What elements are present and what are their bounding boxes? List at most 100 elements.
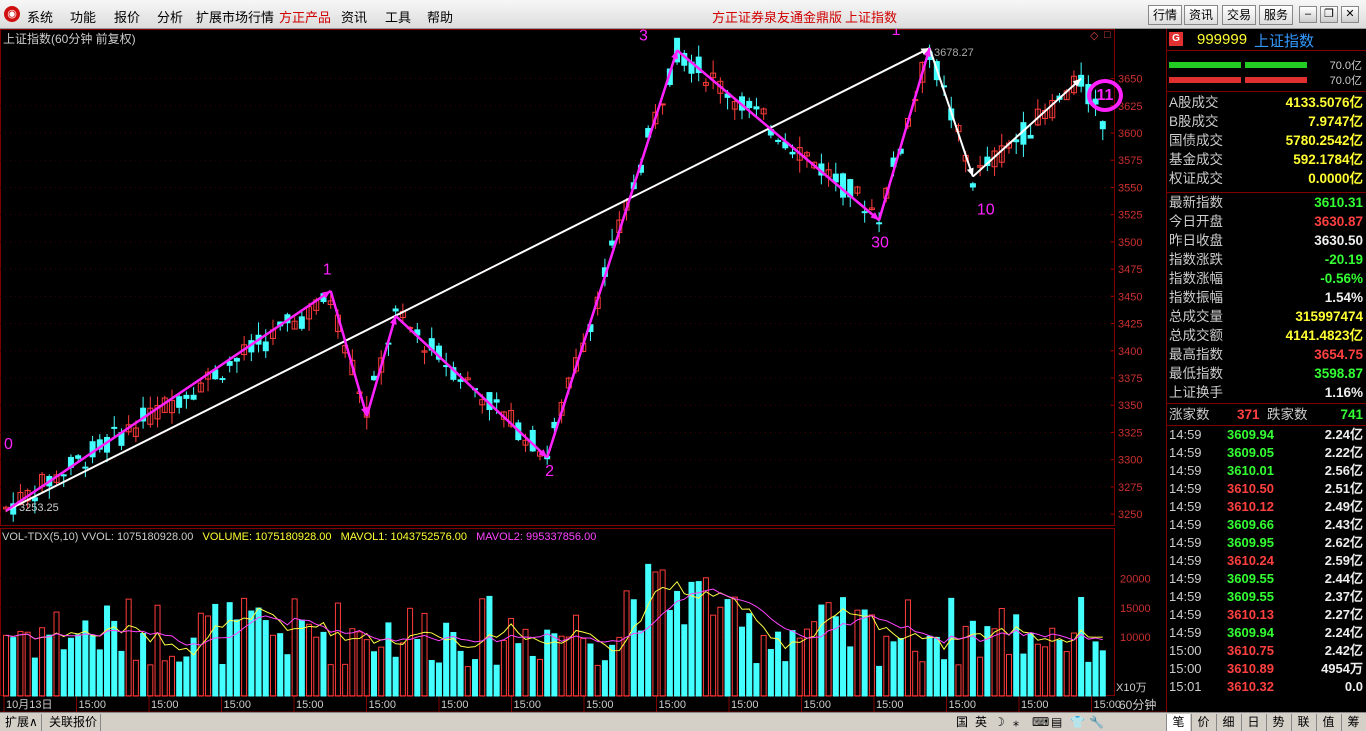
time-axis-label: 15:00 — [876, 699, 904, 711]
menu-function[interactable]: 功能 — [70, 7, 96, 26]
nav-trade-button[interactable]: 交易 — [1222, 5, 1257, 25]
volume-tick-label: 15000 — [1120, 603, 1151, 615]
volume-bar — [1034, 643, 1041, 697]
restore-icon[interactable]: ❐ — [1320, 6, 1338, 23]
tick-price: 3609.94 — [1227, 427, 1274, 442]
volume-bar — [594, 664, 601, 697]
turnover-row: 权证成交 0.0000亿 — [1167, 169, 1366, 188]
menu-analysis[interactable]: 分析 — [157, 7, 183, 26]
time-axis-label: 15:00 — [731, 699, 759, 711]
ime-button-icon[interactable]: ⁎ — [1011, 714, 1021, 731]
candle-body — [840, 173, 847, 198]
time-axis-label: 15:00 — [659, 699, 687, 711]
bottom-status-bar: 扩展∧ 关联报价 国英 ☽ ⁎ ⌨ ▤ 👕 🔧 笔价细日势联值筹 — [0, 712, 1366, 731]
price-tick-label: 3525 — [1118, 210, 1142, 222]
trend-arrow-magenta — [676, 49, 880, 222]
price-tick-label: 3250 — [1118, 509, 1142, 521]
menu-fangzheng-products[interactable]: 方正产品 — [279, 7, 331, 26]
candle-body — [876, 222, 883, 225]
volume-bar — [1042, 646, 1049, 697]
ime-button-icon[interactable]: 🔧 — [1087, 714, 1106, 731]
tick-price: 3610.75 — [1227, 643, 1274, 658]
period-label[interactable]: 60分钟 — [1119, 696, 1156, 713]
tick-volume: 2.49亿 — [1324, 499, 1363, 514]
volume-bar — [991, 628, 998, 697]
wave-label: 0 — [4, 436, 13, 453]
related-quote-tab[interactable]: 关联报价 — [46, 714, 102, 731]
volume-bar — [118, 650, 125, 697]
app-logo-icon[interactable]: ◉ — [4, 6, 20, 22]
stock-code: 999999 — [1197, 31, 1248, 48]
kline-chart-svg[interactable]: 3650 3625 3600 3575 3550 3525 3500 3475 3450 3425… — [0, 22, 1166, 713]
volume-bar — [306, 623, 313, 697]
tick-price: 3609.66 — [1227, 517, 1274, 532]
trend-arrow-magenta — [5, 289, 332, 512]
tick-time: 14:59 — [1169, 535, 1202, 550]
volume-bar — [457, 650, 464, 697]
tick-price: 3610.13 — [1227, 607, 1274, 622]
side-tab[interactable]: 筹 — [1341, 714, 1365, 731]
stat-value: -0.56% — [1320, 271, 1363, 286]
volume-bar — [883, 635, 890, 697]
volume-bar — [168, 655, 175, 697]
volume-bar — [435, 662, 442, 697]
nav-news-button[interactable]: 资讯 — [1184, 5, 1219, 25]
stat-value: 315997474 — [1295, 309, 1363, 324]
minimize-icon[interactable]: – — [1299, 6, 1317, 23]
expand-tab[interactable]: 扩展∧ — [2, 714, 42, 731]
menu-system[interactable]: 系统 — [27, 7, 53, 26]
turnover-value: 0.0000亿 — [1308, 171, 1363, 186]
stat-row: 今日开盘 3630.87 — [1167, 212, 1366, 231]
ime-button-icon[interactable]: ▤ — [1049, 714, 1064, 731]
vol-mavol2: MAVOL2: 995337856.00 — [476, 531, 597, 543]
tick-time: 14:59 — [1169, 481, 1202, 496]
side-tab[interactable]: 日 — [1241, 714, 1265, 731]
chart-close-icon[interactable]: □ — [1104, 29, 1111, 41]
wave-label: 2 — [545, 463, 554, 480]
tick-time: 14:59 — [1169, 427, 1202, 442]
volume-bar — [1020, 653, 1027, 697]
tick-time: 14:59 — [1169, 445, 1202, 460]
menu-tools[interactable]: 工具 — [385, 7, 411, 26]
volume-tick-label: 20000 — [1120, 573, 1151, 585]
kline-chart-area[interactable]: 3650 3625 3600 3575 3550 3525 3500 3475 3450 3425… — [0, 22, 1166, 713]
volume-bar — [515, 643, 522, 697]
volume-bar — [688, 581, 695, 697]
price-tick-label: 3300 — [1118, 455, 1142, 467]
tick-row: 14:59 3610.24 2.59亿 — [1167, 552, 1366, 570]
stat-row: 总成交额 4141.4823亿 — [1167, 326, 1366, 345]
menu-news[interactable]: 资讯 — [341, 7, 367, 26]
wave-label: 30 — [871, 234, 889, 251]
ime-button-icon[interactable]: ☽ — [992, 714, 1007, 731]
side-tab[interactable]: 笔 — [1166, 714, 1190, 731]
close-icon[interactable]: ✕ — [1341, 6, 1359, 23]
tick-volume: 2.43亿 — [1324, 517, 1363, 532]
ime-button-icon[interactable]: 国 — [954, 714, 970, 731]
side-tab[interactable]: 值 — [1316, 714, 1340, 731]
volume-bar — [695, 581, 702, 697]
tick-row: 14:59 3609.05 2.22亿 — [1167, 444, 1366, 462]
menu-extended-market[interactable]: 扩展市场行情 — [196, 7, 274, 26]
side-tab[interactable]: 联 — [1291, 714, 1315, 731]
side-tab[interactable]: 细 — [1216, 714, 1240, 731]
ime-button-icon[interactable]: 英 — [973, 714, 989, 731]
stat-label: 上证换手 — [1169, 385, 1223, 400]
side-tab[interactable]: 势 — [1266, 714, 1290, 731]
stat-value: -20.19 — [1324, 252, 1363, 267]
nav-service-button[interactable]: 服务 — [1259, 5, 1294, 25]
volume-bar — [176, 661, 183, 697]
nav-quote-button[interactable]: 行情 — [1148, 5, 1183, 25]
menu-quote[interactable]: 报价 — [114, 7, 140, 26]
volume-bar — [17, 630, 24, 697]
chart-settings-icon[interactable]: ◇ — [1090, 29, 1098, 42]
tick-volume: 2.42亿 — [1324, 643, 1363, 658]
price-tick-label: 3475 — [1118, 264, 1142, 276]
tick-row: 14:59 3609.94 2.24亿 — [1167, 624, 1366, 642]
side-tab[interactable]: 价 — [1191, 714, 1215, 731]
volume-bar — [464, 666, 471, 697]
tick-row: 14:59 3610.12 2.49亿 — [1167, 498, 1366, 516]
volume-bar — [825, 602, 832, 697]
ime-button-icon[interactable]: 👕 — [1068, 714, 1087, 731]
menu-help[interactable]: 帮助 — [427, 7, 453, 26]
volume-bar — [868, 614, 875, 697]
